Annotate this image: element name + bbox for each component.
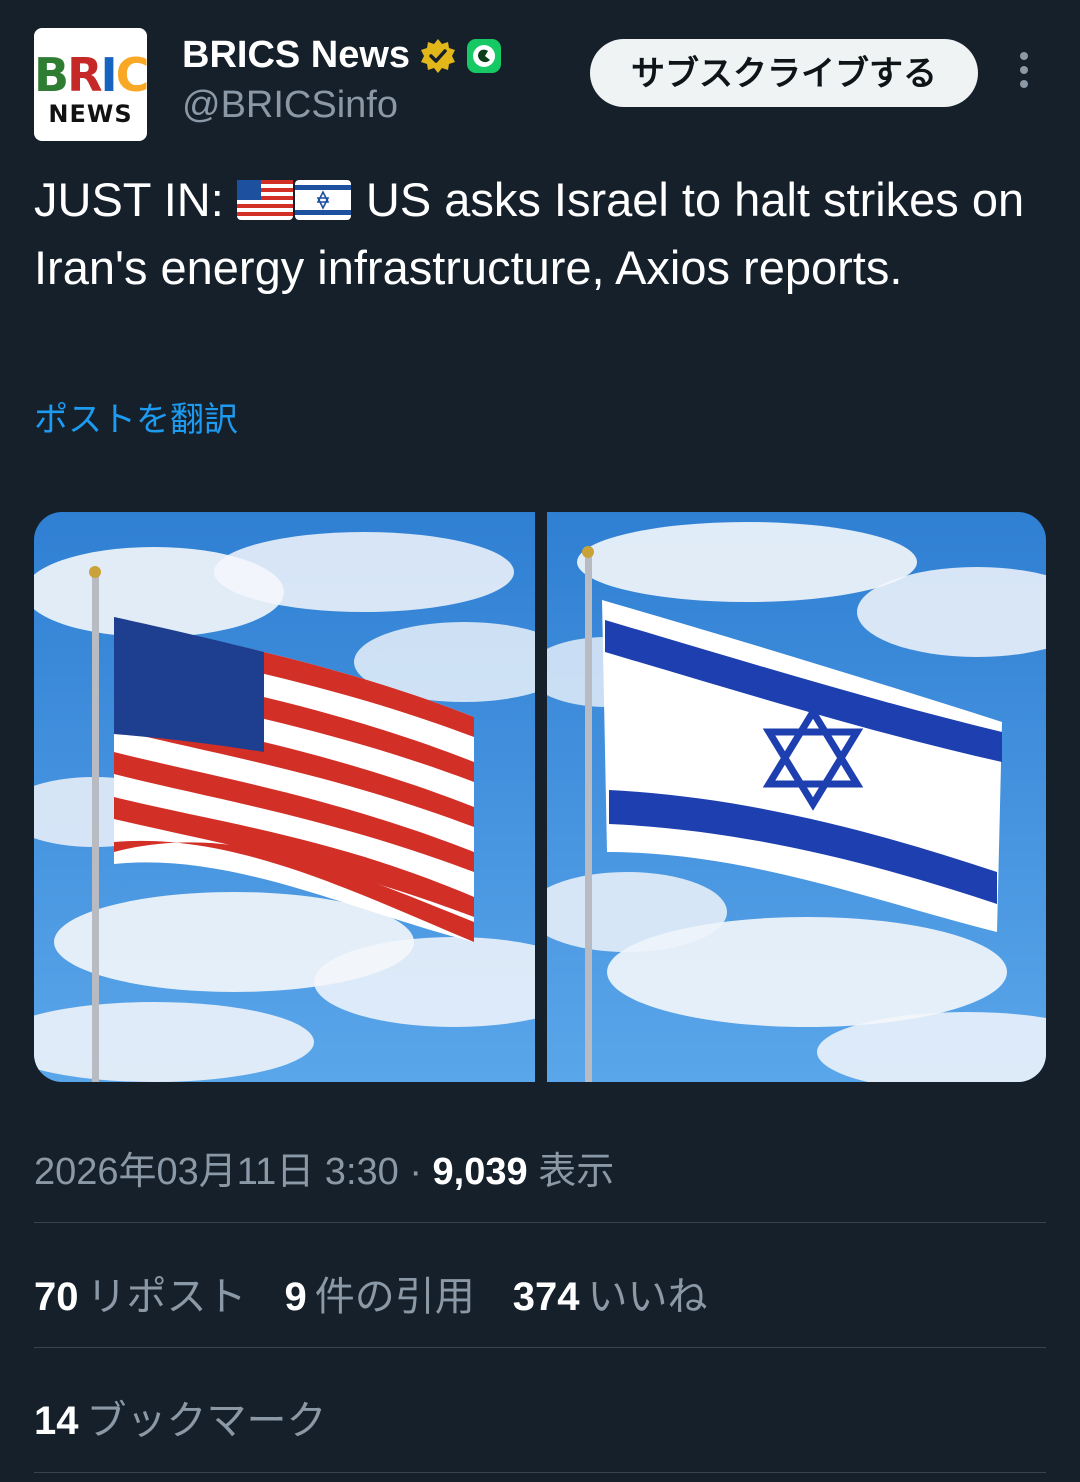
author-name[interactable]: BRICS News (182, 34, 410, 77)
avatar[interactable]: BRICS NEWS (34, 28, 147, 141)
quotes-count: 9 (284, 1275, 307, 1319)
post-header: BRICS NEWS BRICS News @BRICSinfo サブスクライブ… (34, 28, 1046, 142)
avatar-logo-text: BRICS (34, 48, 147, 102)
reposts-label: リポスト (86, 1275, 247, 1319)
divider (34, 1222, 1046, 1223)
views-label: 表示 (527, 1151, 615, 1193)
likes-count: 374 (512, 1275, 580, 1319)
more-vertical-icon[interactable] (1012, 52, 1036, 96)
reposts-count: 70 (34, 1275, 79, 1319)
bookmarks-stat[interactable]: 14 ブックマーク (34, 1388, 327, 1446)
engagement-stats: 70 リポスト 9 件の引用 374 いいね (34, 1264, 746, 1322)
avatar-logo-subtext: NEWS (48, 100, 133, 128)
israel-flag-photo[interactable] (547, 512, 1046, 1082)
verified-badge-icon (421, 38, 456, 73)
likes-label: いいね (587, 1275, 708, 1319)
bookmarks-count: 14 (34, 1399, 79, 1443)
reposts-stat[interactable]: 70 リポスト (34, 1264, 247, 1322)
author-name-row[interactable]: BRICS News (182, 34, 502, 77)
views-count: 9,039 (432, 1151, 528, 1193)
israel-flag-icon (294, 180, 351, 220)
us-flag-photo[interactable] (34, 512, 535, 1082)
post-timestamp[interactable]: 2026年03月11日 3:30 · (34, 1151, 433, 1193)
bookmarks-label: ブックマーク (86, 1399, 327, 1443)
subscribe-button[interactable]: サブスクライブする (590, 39, 978, 107)
post-media[interactable] (34, 512, 1046, 1082)
post-text: JUST IN: US asks Israel to halt strikes … (34, 166, 1046, 302)
post-meta: 2026年03月11日 3:30 · 9,039 表示 (34, 1140, 614, 1195)
quotes-label: 件の引用 (314, 1275, 475, 1319)
translate-post-link[interactable]: ポストを翻訳 (34, 392, 238, 441)
likes-stat[interactable]: 374 いいね (513, 1264, 708, 1322)
divider (34, 1472, 1046, 1473)
quotes-stat[interactable]: 9 件の引用 (285, 1264, 475, 1322)
divider (34, 1347, 1046, 1348)
affiliate-badge-icon[interactable] (466, 38, 502, 74)
author-handle[interactable]: @BRICSinfo (182, 84, 398, 127)
us-flag-icon (236, 180, 293, 220)
post-text-prefix: JUST IN: (34, 173, 237, 226)
